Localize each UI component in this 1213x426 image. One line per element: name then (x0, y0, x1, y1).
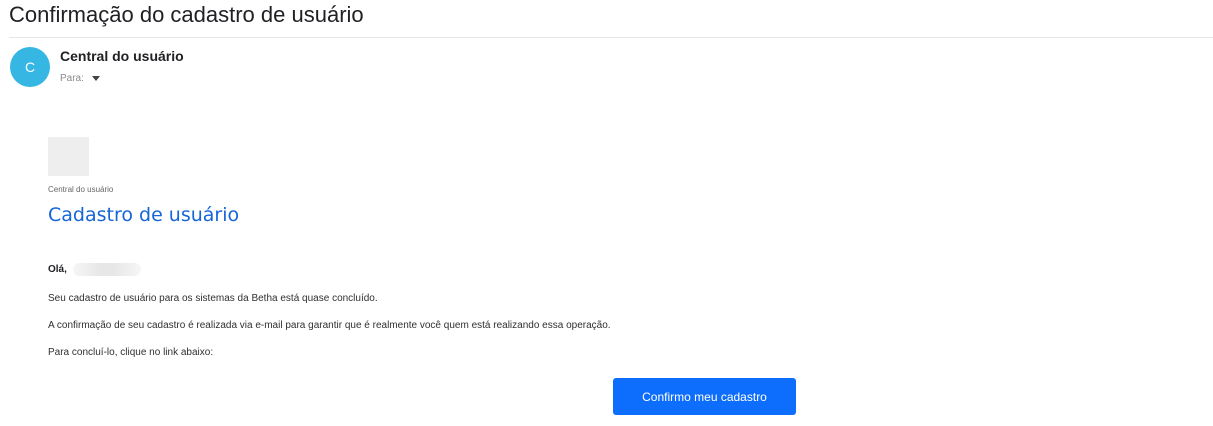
to-label: Para: (60, 72, 84, 84)
email-header-subtitle: Central do usuário (48, 185, 114, 194)
confirm-registration-button[interactable]: Confirmo meu cadastro (613, 378, 796, 415)
sender-name: Central do usuário (60, 48, 184, 64)
email-header-title: Cadastro de usuário (48, 204, 240, 226)
greeting: Olá, (48, 263, 141, 276)
logo-image-placeholder (48, 137, 89, 176)
email-view: Confirmação do cadastro de usuário C Cen… (0, 0, 1213, 426)
recipients-dropdown-icon[interactable] (91, 75, 100, 81)
body-paragraph: Seu cadastro de usuário para os sistemas… (48, 293, 378, 304)
redacted-user-name (72, 263, 141, 276)
subject-divider (9, 37, 1213, 38)
email-subject: Confirmação do cadastro de usuário (9, 2, 364, 27)
sender-avatar[interactable]: C (10, 47, 50, 87)
body-paragraph: Para concluí-lo, clique no link abaixo: (48, 347, 214, 358)
recipient-row: Para: (60, 70, 100, 86)
body-paragraph: A confirmação de seu cadastro é realizad… (48, 320, 611, 331)
greeting-text: Olá, (48, 264, 67, 275)
